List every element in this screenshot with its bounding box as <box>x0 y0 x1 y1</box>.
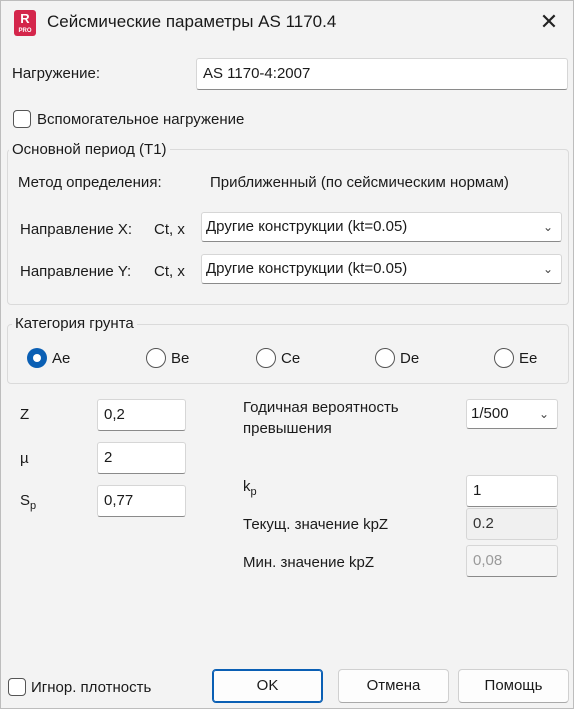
soil-radio-ae[interactable] <box>27 348 47 368</box>
ct-x-label: Ct, x <box>154 221 185 238</box>
direction-x-value: Другие конструкции (kt=0.05) <box>206 218 408 235</box>
kp-label: kp <box>243 478 257 498</box>
help-button[interactable]: Помощь <box>458 669 569 703</box>
soil-label-be: Be <box>171 350 190 367</box>
kpz-min-field: 0,08 <box>466 545 558 577</box>
soil-radio-ce[interactable] <box>256 348 276 368</box>
load-field[interactable]: AS 1170-4:2007 <box>196 58 568 90</box>
sp-label: Sp <box>20 492 36 512</box>
sp-label-main: S <box>20 492 31 509</box>
z-label: Z <box>20 406 30 423</box>
auxiliary-load-checkbox[interactable] <box>13 110 31 128</box>
direction-x-label: Направление X: <box>20 221 133 238</box>
soil-radio-ee[interactable] <box>494 348 514 368</box>
auxiliary-load-label: Вспомогательное нагружение <box>37 111 245 128</box>
cancel-button[interactable]: Отмена <box>338 669 449 703</box>
kp-label-main: k <box>243 478 251 495</box>
app-icon-letter: R <box>20 11 30 26</box>
chevron-down-icon: ⌄ <box>542 220 553 234</box>
soil-label-ce: Ce <box>281 350 301 367</box>
method-value: Приближенный (по сейсмическим нормам) <box>210 174 509 191</box>
kp-label-sub: p <box>250 486 257 498</box>
direction-y-value: Другие конструкции (kt=0.05) <box>206 260 408 277</box>
title-bar: R PRO Сейсмические параметры AS 1170.4 ✕ <box>1 1 573 45</box>
chevron-down-icon: ⌄ <box>542 262 553 276</box>
direction-x-select[interactable]: Другие конструкции (kt=0.05) ⌄ <box>201 212 562 242</box>
probability-select[interactable]: 1/500 ⌄ <box>466 399 558 429</box>
probability-label-line1: Годичная вероятность <box>243 399 399 416</box>
chevron-down-icon: ⌄ <box>538 407 549 421</box>
probability-value: 1/500 <box>471 405 509 422</box>
period-legend: Основной период (T1) <box>9 141 170 158</box>
ok-button[interactable]: OK <box>212 669 323 703</box>
ignore-density-checkbox[interactable] <box>8 678 26 696</box>
app-icon: R PRO <box>14 10 36 36</box>
kp-field[interactable]: 1 <box>466 475 558 507</box>
ignore-density-label: Игнор. плотность <box>31 679 152 696</box>
kpz-current-label: Текущ. значение kpZ <box>243 516 389 533</box>
direction-y-label: Направление Y: <box>20 263 132 280</box>
kpz-min-label: Мин. значение kpZ <box>243 554 375 571</box>
load-label: Нагружение: <box>12 65 101 82</box>
app-icon-sub: PRO <box>18 28 32 34</box>
direction-y-select[interactable]: Другие конструкции (kt=0.05) ⌄ <box>201 254 562 284</box>
probability-label-line2: превышения <box>243 420 332 437</box>
soil-legend: Категория грунта <box>12 315 137 332</box>
sp-label-sub: p <box>30 500 37 512</box>
soil-label-ae: Ae <box>52 350 71 367</box>
z-field[interactable]: 0,2 <box>97 399 186 431</box>
soil-label-ee: Ee <box>519 350 538 367</box>
dialog-window: R PRO Сейсмические параметры AS 1170.4 ✕… <box>0 0 574 709</box>
method-label: Метод определения: <box>18 174 162 191</box>
soil-label-de: De <box>400 350 420 367</box>
soil-radio-de[interactable] <box>375 348 395 368</box>
mu-field[interactable]: 2 <box>97 442 186 474</box>
close-icon[interactable]: ✕ <box>535 8 563 36</box>
soil-radio-be[interactable] <box>146 348 166 368</box>
kpz-current-field: 0.2 <box>466 508 558 540</box>
window-title: Сейсмические параметры AS 1170.4 <box>47 12 337 31</box>
mu-label: µ <box>20 450 29 467</box>
sp-field[interactable]: 0,77 <box>97 485 186 517</box>
ct-y-label: Ct, x <box>154 263 185 280</box>
